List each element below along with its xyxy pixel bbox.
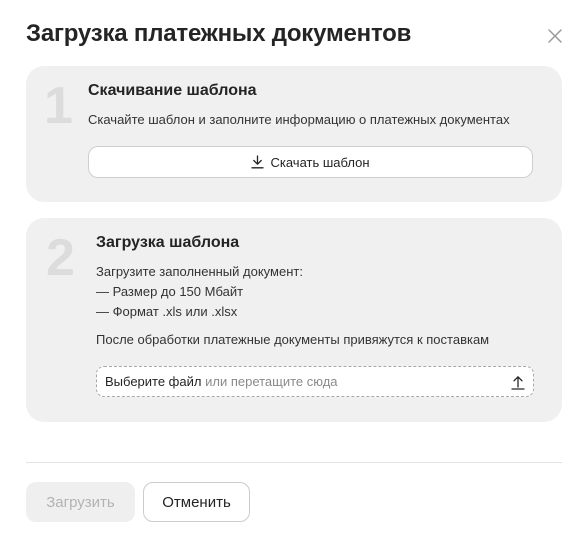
step-upload-template: 2 Загрузка шаблона Загрузите заполненный… xyxy=(26,218,562,422)
dropzone-text: Выберите файл или перетащите сюда xyxy=(105,374,338,389)
cancel-button[interactable]: Отменить xyxy=(143,482,250,522)
upload-instruction: Загрузите заполненный документ: xyxy=(96,264,303,279)
step-number: 1 xyxy=(44,77,73,135)
download-template-label: Скачать шаблон xyxy=(270,154,370,170)
drag-hint: или перетащите сюда xyxy=(205,374,338,389)
close-icon xyxy=(548,29,562,43)
step-number: 2 xyxy=(46,229,75,287)
download-template-button[interactable]: Скачать шаблон xyxy=(88,146,533,178)
format-text: — Формат .xls или .xlsx xyxy=(96,304,238,319)
size-limit-text: — Размер до 150 Мбайт xyxy=(96,284,244,299)
file-dropzone[interactable]: Выберите файл или перетащите сюда xyxy=(96,366,534,397)
download-icon xyxy=(251,155,265,169)
close-button[interactable] xyxy=(545,26,565,46)
footer-divider xyxy=(26,462,562,463)
processing-note: После обработки платежные документы прив… xyxy=(96,332,490,347)
step-description: Скачайте шаблон и заполните информацию о… xyxy=(88,112,510,127)
step-download-template: 1 Скачивание шаблона Скачайте шаблон и з… xyxy=(26,66,562,202)
upload-icon xyxy=(511,376,525,390)
modal-title: Загрузка платежных документов xyxy=(26,20,412,47)
choose-file-link[interactable]: Выберите файл xyxy=(105,374,201,389)
step-title: Загрузка шаблона xyxy=(96,234,240,251)
submit-upload-button[interactable]: Загрузить xyxy=(26,482,135,522)
step-title: Скачивание шаблона xyxy=(88,82,257,99)
